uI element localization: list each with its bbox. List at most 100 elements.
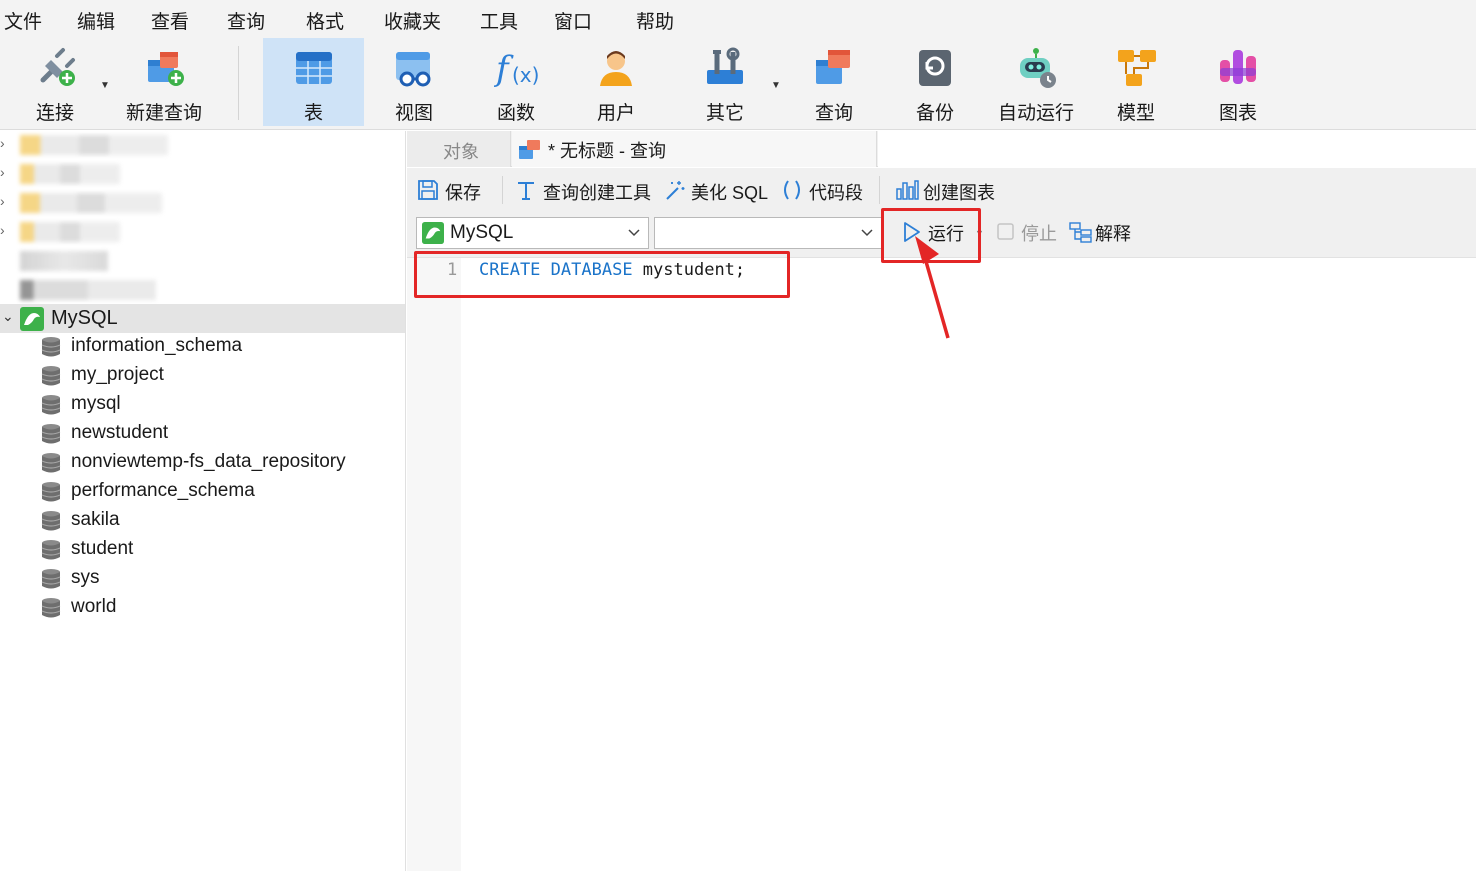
tree-item-database[interactable]: performance_schema: [40, 478, 400, 506]
other-dropdown-icon[interactable]: ▼: [771, 80, 781, 91]
backup-button[interactable]: 备份: [891, 38, 979, 126]
tree-item-redacted[interactable]: ›: [0, 191, 180, 215]
redacted-label: [20, 222, 120, 242]
menu-window[interactable]: 窗口: [554, 7, 592, 34]
menu-query[interactable]: 查询: [227, 7, 265, 34]
database-icon: [41, 511, 61, 531]
chart-button[interactable]: 图表: [1194, 38, 1282, 126]
other-button[interactable]: 其它: [682, 38, 768, 126]
function-icon: f (x): [494, 49, 538, 89]
view-label: 视图: [394, 103, 433, 124]
database-name: sakila: [71, 509, 120, 530]
database-name: information_schema: [71, 335, 243, 356]
table-button[interactable]: 表: [263, 38, 364, 126]
database-select[interactable]: [654, 217, 882, 249]
function-button[interactable]: f (x) 函数: [472, 38, 560, 126]
menu-favorites[interactable]: 收藏夹: [384, 7, 441, 34]
menu-view[interactable]: 查看: [151, 7, 189, 34]
svg-text:f: f: [494, 49, 514, 89]
save-label: 保存: [445, 183, 481, 203]
tree-item-database[interactable]: world: [40, 594, 400, 622]
table-icon: [295, 52, 332, 84]
query-label: 查询: [814, 103, 853, 124]
tree-item-database[interactable]: information_schema: [40, 333, 400, 361]
chevron-down-icon: [628, 229, 640, 237]
connect-label: 连接: [35, 103, 74, 124]
auto-run-button[interactable]: 自动运行: [992, 38, 1080, 126]
chevron-right-icon[interactable]: ›: [0, 164, 5, 180]
explain-icon: [1069, 222, 1092, 243]
database-icon: [41, 453, 61, 473]
new-query-icon: [148, 52, 184, 86]
tree-item-redacted[interactable]: [0, 249, 180, 273]
database-name: performance_schema: [71, 480, 255, 501]
tree-item-database[interactable]: student: [40, 536, 400, 564]
tree-item-redacted[interactable]: ›: [0, 133, 180, 157]
model-label: 模型: [1116, 103, 1155, 124]
tab-objects[interactable]: 对象: [407, 131, 511, 167]
tab-bar: 对象 * 无标题 - 查询: [407, 131, 1476, 167]
sql-editor[interactable]: 1 CREATE DATABASE mystudent;: [407, 258, 1476, 871]
snippet-label: 代码段: [809, 183, 863, 203]
new-query-button[interactable]: 新建查询: [120, 38, 208, 126]
redacted-label: [20, 193, 162, 213]
database-icon: [41, 569, 61, 589]
robot-icon: [1020, 48, 1056, 88]
view-icon: [396, 52, 431, 87]
database-icon: [41, 482, 61, 502]
backup-icon: [919, 50, 951, 86]
query-button[interactable]: 查询: [790, 38, 878, 126]
query-builder-icon: [518, 182, 534, 200]
user-icon: [600, 51, 632, 86]
main-toolbar: 连接 ▼ 新建查询 表 视图 f (x) 函数 用户 其它 ▼ 查询 备份 自动…: [0, 36, 1476, 130]
database-icon: [41, 366, 61, 386]
tree-item-mysql-connection[interactable]: ⌄ MySQL: [0, 304, 405, 333]
tab-bar-empty: [878, 131, 1476, 167]
tab-query[interactable]: * 无标题 - 查询: [512, 131, 877, 167]
connect-dropdown-icon[interactable]: ▼: [100, 80, 110, 91]
menu-file[interactable]: 文件: [4, 7, 42, 34]
bar-chart-icon: [896, 180, 919, 200]
query-toolbar: 保存 查询创建工具 美化 SQL 代码段 创建图表: [407, 168, 1476, 212]
redacted-label: [20, 251, 108, 271]
tree-item-redacted[interactable]: ›: [0, 162, 180, 186]
chevron-right-icon[interactable]: ›: [0, 135, 5, 151]
function-label: 函数: [496, 103, 535, 124]
tree-item-database[interactable]: sys: [40, 565, 400, 593]
menu-tools[interactable]: 工具: [480, 7, 518, 34]
connect-button[interactable]: 连接: [14, 38, 96, 126]
tree-item-redacted[interactable]: [0, 278, 180, 302]
connection-select[interactable]: MySQL: [416, 217, 649, 249]
toolbar-divider: [502, 176, 503, 204]
connection-name: MySQL: [51, 307, 118, 329]
toolbar-divider: [238, 46, 239, 120]
tree-item-redacted[interactable]: ›: [0, 220, 180, 244]
database-icon: [41, 424, 61, 444]
plug-icon: [40, 48, 75, 86]
backup-label: 备份: [915, 103, 954, 124]
tree-item-database[interactable]: my_project: [40, 362, 400, 390]
redacted-label: [20, 164, 120, 184]
menu-format[interactable]: 格式: [306, 7, 344, 34]
chevron-right-icon[interactable]: ›: [0, 222, 5, 238]
other-label: 其它: [705, 103, 744, 124]
tree-item-database[interactable]: sakila: [40, 507, 400, 535]
user-button[interactable]: 用户: [572, 38, 660, 126]
chevron-right-icon[interactable]: ›: [0, 193, 5, 209]
menu-edit[interactable]: 编辑: [77, 7, 115, 34]
model-button[interactable]: 模型: [1092, 38, 1180, 126]
database-name: sys: [71, 567, 100, 588]
chevron-down-icon[interactable]: ⌄: [2, 308, 14, 325]
parentheses-icon: [784, 180, 800, 200]
connection-select-value: MySQL: [450, 222, 514, 243]
table-label: 表: [303, 103, 323, 124]
toolbar-divider: [879, 176, 880, 204]
query-icon: [816, 50, 850, 84]
tree-item-database[interactable]: newstudent: [40, 420, 400, 448]
tree-item-database[interactable]: nonviewtemp-fs_data_repository: [40, 449, 400, 477]
tools-icon: [707, 47, 743, 84]
menu-help[interactable]: 帮助: [636, 7, 674, 34]
magic-wand-icon: [666, 181, 685, 200]
view-button[interactable]: 视图: [370, 38, 458, 126]
tree-item-database[interactable]: mysql: [40, 391, 400, 419]
